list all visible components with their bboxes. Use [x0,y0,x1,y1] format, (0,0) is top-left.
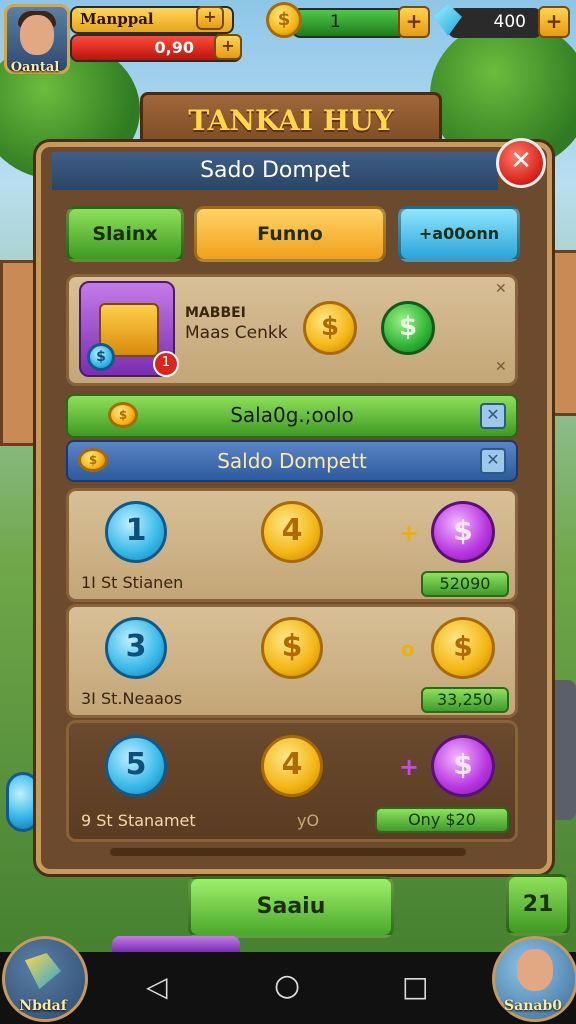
panel-subtitle: Sado Dompet [52,152,498,190]
tab-slainx[interactable]: Slainx [66,206,184,262]
map-icon [25,953,61,989]
feature-card[interactable]: $ 1 MABBEI Maas Cenkk $ $ ✕ ✕ [66,274,518,386]
tab-add[interactable]: +a00onn [398,206,520,262]
row1-label: 1I St Stianen [81,573,184,592]
row2-value: 33,250 [421,687,509,713]
tab-slainx-label: Slainx [92,223,158,245]
strip-green-x-icon[interactable]: ✕ [480,403,506,429]
avatar-face [20,15,54,55]
coin-bar: 1 [292,8,406,38]
side-action-button[interactable]: 21 [506,874,570,936]
tab-funno-label: Funno [257,223,323,245]
row3-purple-coin-icon: $ [431,735,495,797]
strip-green[interactable]: $ Sala0g.;oolo ✕ [66,394,518,438]
row2-gold-coin-icon: $ [261,617,323,679]
close-button[interactable]: ✕ [496,138,546,188]
row2-gold-coin-right-icon: $ [431,617,495,679]
player-name-label: Oantal [10,60,60,75]
strip-green-label: Sala0g.;oolo [230,403,354,427]
row1-value: 52090 [421,571,509,597]
row1-blue-coin-icon: 1 [105,501,167,563]
row1-operator: + [399,519,420,547]
feature-corner-icon: ✕ [495,359,507,375]
side-bubble-left[interactable] [6,772,40,832]
gold-coin-icon: $ [303,301,357,355]
row2-blue-coin-icon: 3 [105,617,167,679]
gem-plus-button[interactable]: + [538,6,570,38]
green-coin-icon: $ [381,301,435,355]
strip-blue[interactable]: $ Saldo Dompett ✕ [66,440,518,482]
strip-green-coin-icon: $ [108,402,138,428]
reward-row-3[interactable]: 5 4 + $ 9 St Stanamet yO Ony $20 [66,720,518,842]
scroll-track[interactable] [110,848,466,856]
coin-amount: 1 [330,12,341,32]
row2-label: 3I St.Neaaos [81,689,183,708]
feature-line2: Maas Cenkk [185,323,288,343]
main-action-label: Saaiu [256,894,326,919]
main-action-button[interactable]: Saaiu [188,876,394,938]
tab-add-label: +a00onn [418,224,500,243]
row1-purple-coin-icon: $ [431,501,495,563]
recent-apps-icon[interactable]: □ [402,970,428,1003]
health-plus-button[interactable]: + [214,34,242,60]
gem-bar: 400 [448,8,542,38]
chest-blue-coin-icon: $ [87,343,115,371]
chest-icon-frame: $ 1 [79,281,179,377]
profile-face-icon [517,949,553,991]
chest-badge: 1 [153,351,179,377]
tab-funno[interactable]: Funno [194,206,386,262]
row3-mid-note: yO [297,811,320,830]
gem-amount: 400 [493,12,526,32]
feature-line1: MABBEI [185,305,246,321]
coin-plus-button[interactable]: + [398,6,430,38]
row3-value: Ony $20 [375,807,509,833]
side-action-label: 21 [522,892,554,917]
row3-label: 9 St Stanamet [81,811,196,830]
bottom-right-label: Sanab0 [504,998,562,1014]
purple-tab-peek[interactable] [112,936,240,952]
row3-blue-coin-icon: 5 [105,735,167,797]
reward-row-1[interactable]: 1 4 + $ 1I St Stianen 52090 [66,488,518,602]
name-plus-button[interactable]: + [196,6,224,30]
strip-blue-x-icon[interactable]: ✕ [480,448,506,474]
home-icon[interactable]: ○ [274,968,300,1003]
strip-blue-coin-icon: $ [78,448,108,472]
back-icon[interactable]: ◁ [146,970,168,1003]
row1-gold-coin-icon: 4 [261,501,323,563]
row2-operator: o [401,637,415,661]
coin-icon: $ [266,2,302,38]
bottom-left-label: Nbdaf [19,998,67,1014]
feature-close-icon[interactable]: ✕ [495,281,507,297]
row3-gold-coin-icon: 4 [261,735,323,797]
strip-blue-label: Saldo Dompett [217,449,367,473]
row3-operator: + [399,753,420,781]
reward-row-2[interactable]: 3 $ o $ 3I St.Neaaos 33,250 [66,604,518,718]
stone-statue [548,680,576,820]
player-name: Manppal [80,10,154,28]
health-value: 0,90 [154,38,194,57]
